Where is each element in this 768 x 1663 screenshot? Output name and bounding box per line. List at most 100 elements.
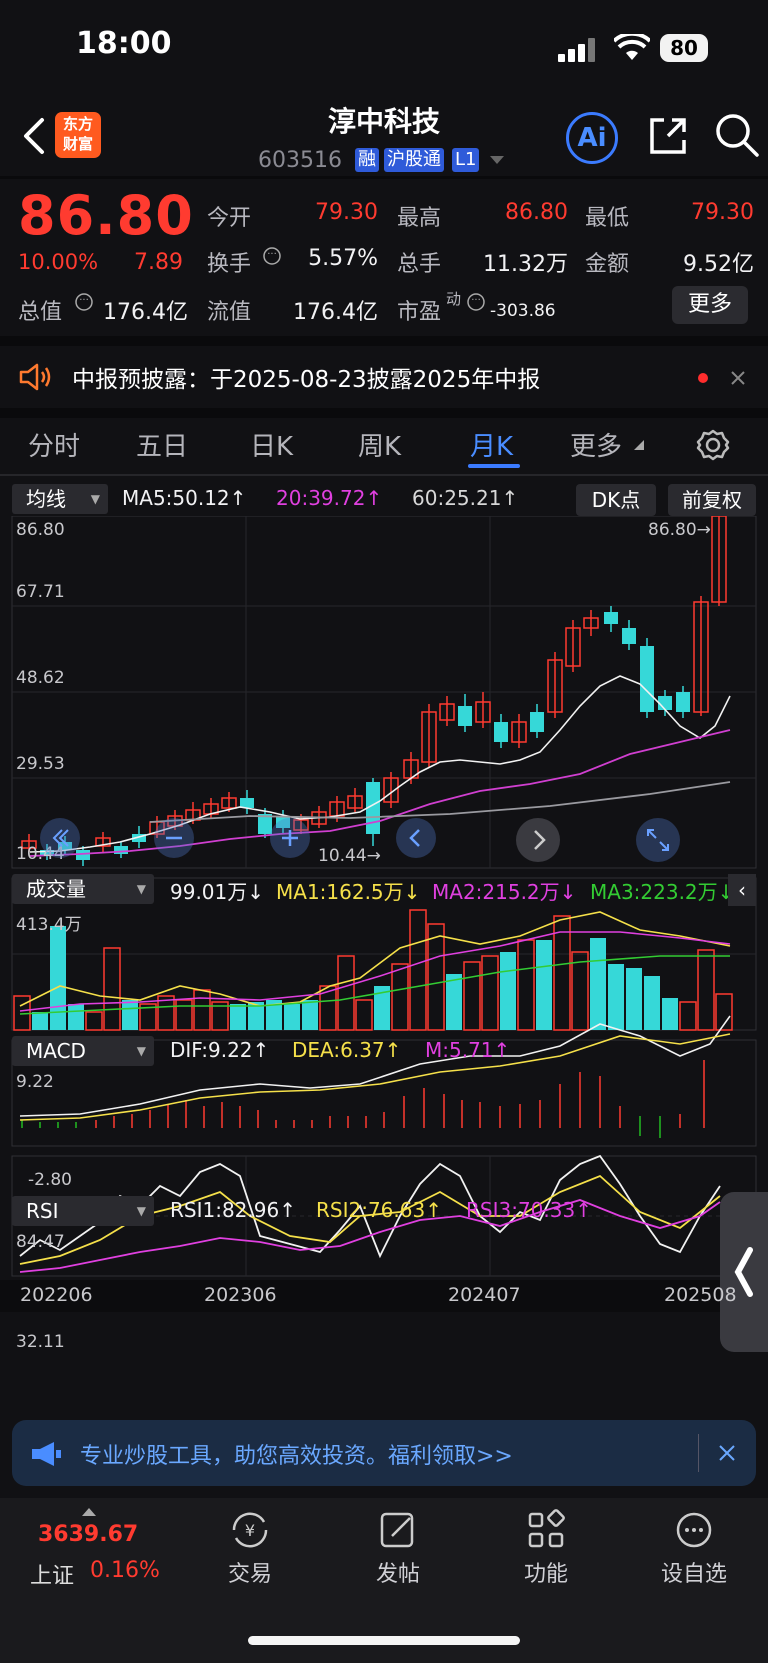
status-time: 18:00: [76, 26, 172, 61]
macd-selector[interactable]: MACD ▼: [12, 1036, 154, 1066]
fullscreen-button[interactable]: [636, 818, 680, 862]
next-button[interactable]: [516, 818, 560, 862]
volume-bar: [481, 955, 499, 1031]
grid-icon[interactable]: [524, 1508, 568, 1552]
volume-value: 11.32万: [483, 252, 568, 277]
tab-five-day[interactable]: 五日: [136, 426, 188, 463]
candle-body: [676, 692, 690, 712]
candle-body: [604, 612, 618, 624]
volume-bar: [427, 923, 445, 1031]
promo-banner[interactable]: 专业炒股工具，助您高效投资。福利领取>>: [12, 1420, 756, 1486]
zoom-out-button[interactable]: [40, 818, 80, 858]
svg-text:¥: ¥: [245, 1521, 255, 1540]
macd-dif-line: [19, 1015, 731, 1117]
tab-intraday[interactable]: 分时: [28, 426, 80, 463]
volume-bar: [50, 926, 66, 1030]
amount-value: 9.52亿: [683, 252, 754, 277]
nav-features[interactable]: 功能: [496, 1556, 596, 1588]
svg-text:···: ···: [267, 249, 277, 260]
ma-selector[interactable]: 均线 ▼: [12, 484, 108, 514]
macd-axis-top: 9.22: [16, 1072, 54, 1092]
chevron-down-icon[interactable]: [490, 156, 504, 166]
price-axis-label: 48.62: [16, 668, 65, 688]
banner-divider: [698, 1434, 699, 1472]
dropdown-arrow-icon: ▼: [136, 1204, 146, 1218]
volume-bar: [32, 1012, 48, 1030]
rsi-axis-bottom: 32.11: [16, 1332, 65, 1352]
ma5-value: MA5:50.12↑: [122, 486, 247, 510]
open-value: 79.30: [315, 200, 378, 225]
tab-daily-k[interactable]: 日K: [250, 426, 293, 463]
triangle-icon: [634, 440, 644, 450]
wifi-icon: [614, 34, 650, 60]
index-change[interactable]: 0.16%: [90, 1558, 160, 1583]
volume-bars: [13, 909, 733, 1031]
candle-body: [240, 798, 254, 808]
dk-button[interactable]: DK点: [576, 484, 656, 516]
zoom-in-button[interactable]: [154, 818, 194, 858]
candle-body: [494, 722, 508, 742]
trade-icon[interactable]: ¥: [228, 1508, 272, 1552]
rsi-selector[interactable]: RSI ▼: [12, 1196, 154, 1226]
expand-icon: [647, 829, 669, 851]
notice-bar[interactable]: 中报预披露：于2025-08-23披露2025年中报: [0, 346, 768, 408]
nav-post[interactable]: 发帖: [348, 1556, 448, 1588]
volume-bar: [193, 989, 211, 1031]
margin-tag: 融: [355, 148, 379, 172]
volume-bar: [608, 964, 624, 1030]
mktcap-label: 总值: [18, 300, 63, 325]
current-price: 86.80: [18, 184, 194, 247]
compose-icon[interactable]: [376, 1508, 420, 1552]
rsi1-value: RSI1:82.96↑: [170, 1198, 296, 1222]
turnover-value: 5.57%: [308, 246, 378, 271]
chevron-left-icon: [409, 829, 420, 847]
volume-bar: [391, 963, 409, 1031]
volume-selector[interactable]: 成交量 ▼: [12, 874, 154, 904]
side-panel-toggle[interactable]: [720, 1192, 768, 1352]
rsi-axis-top: 84.47: [16, 1232, 65, 1252]
collapse-indicators-button[interactable]: ‹: [728, 874, 756, 906]
settings-icon[interactable]: [696, 428, 730, 462]
close-icon[interactable]: [718, 1444, 736, 1462]
nav-trade[interactable]: 交易: [200, 1556, 300, 1588]
adjust-button[interactable]: 前复权: [668, 484, 756, 516]
volume-bar: [590, 938, 606, 1030]
prev-button[interactable]: [396, 818, 436, 858]
home-indicator[interactable]: [248, 1636, 520, 1645]
volume-bar: [122, 1000, 138, 1030]
more-dots-icon[interactable]: [672, 1508, 716, 1552]
svg-text:···: ···: [471, 295, 481, 306]
close-icon[interactable]: [730, 370, 746, 386]
nav-watchlist[interactable]: 设自选: [644, 1556, 744, 1588]
ai-button[interactable]: Ai: [566, 112, 618, 164]
price-axis-label: 67.71: [16, 582, 65, 602]
candle-body: [640, 646, 654, 712]
more-button[interactable]: 更多: [672, 286, 748, 324]
volume-label: 总手: [397, 252, 442, 277]
info-icon[interactable]: ···: [74, 292, 94, 312]
info-icon[interactable]: ···: [262, 246, 282, 266]
volume-bar: [230, 1004, 246, 1030]
index-name[interactable]: 上证: [30, 1558, 74, 1590]
search-icon[interactable]: [714, 112, 760, 158]
chevron-right-icon: [534, 830, 546, 850]
open-label: 今开: [207, 206, 252, 231]
share-icon[interactable]: [646, 114, 690, 158]
chart-area[interactable]: [0, 516, 768, 1396]
active-tab-indicator: [468, 464, 520, 468]
volume-bar: [571, 951, 589, 1031]
tab-more[interactable]: 更多: [570, 426, 622, 463]
volume-bar: [697, 949, 715, 1031]
index-value[interactable]: 3639.67: [38, 1522, 138, 1547]
info-icon[interactable]: ···: [466, 292, 486, 312]
volume-axis-label: 413.4万: [16, 915, 82, 935]
tab-monthly-k[interactable]: 月K: [470, 426, 513, 463]
change-percent: 10.00%: [18, 250, 99, 274]
tab-weekly-k[interactable]: 周K: [358, 426, 401, 463]
ma60-value: 60:25.21↑: [412, 486, 519, 510]
plus-icon: [282, 830, 298, 846]
plus-button[interactable]: [270, 818, 310, 858]
volume-bar: [446, 974, 462, 1030]
svg-text:···: ···: [79, 295, 89, 306]
kline-candles: [21, 516, 727, 866]
